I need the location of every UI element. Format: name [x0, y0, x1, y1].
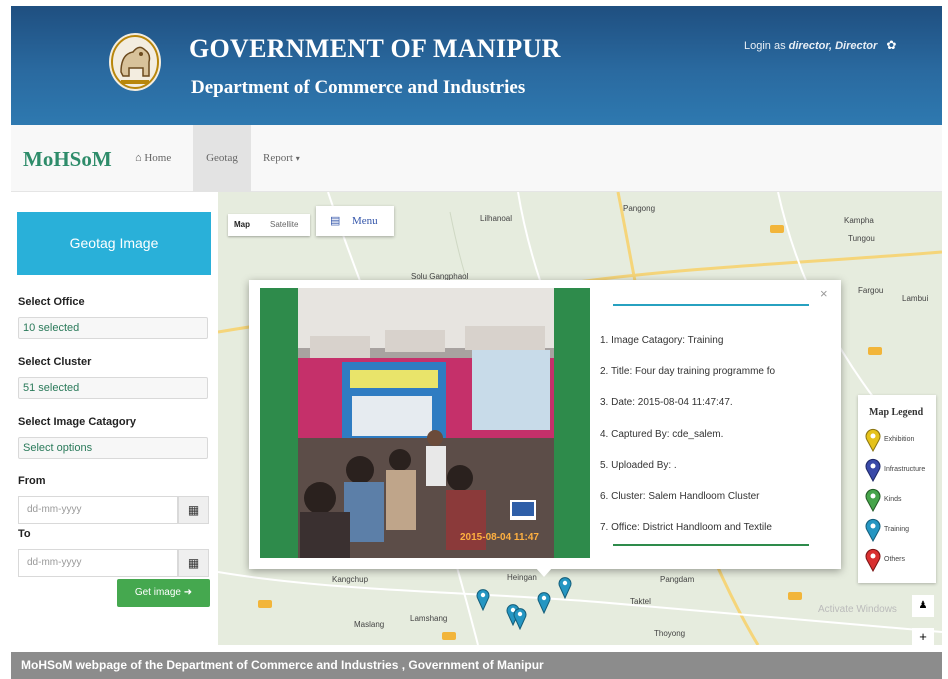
list-icon: ▤: [330, 215, 341, 227]
get-image-label: Get image: [134, 587, 181, 598]
place-label: Pangong: [623, 204, 656, 213]
calendar-icon[interactable]: ▦: [178, 549, 209, 577]
popup-pointer: [535, 567, 553, 577]
map-pin-icon[interactable]: [557, 575, 573, 599]
select-cluster-label: Select Cluster: [18, 356, 92, 368]
legend-title: Map Legend: [869, 407, 924, 418]
info-title: 2. Title: Four day training programme fo: [600, 366, 776, 377]
place-label: Thoyong: [654, 629, 686, 638]
menu-button[interactable]: ▤ Menu: [316, 206, 394, 236]
map-pin-icon[interactable]: [512, 606, 528, 630]
select-office-dropdown[interactable]: 10 selected: [18, 317, 208, 339]
info-date: 3. Date: 2015-08-04 11:47:47.: [600, 397, 733, 408]
place-label: Lilhanoal: [480, 214, 513, 223]
place-label: Fargou: [858, 286, 884, 295]
figure-caption: MoHSoM webpage of the Department of Comm…: [11, 652, 942, 679]
calendar-icon[interactable]: ▦: [178, 496, 209, 524]
from-label: From: [18, 475, 46, 487]
get-image-button[interactable]: Get image ➜: [117, 579, 210, 607]
login-prefix: Login as: [744, 40, 786, 52]
nav-home[interactable]: ⌂ Home: [135, 125, 193, 192]
legend-label: Others: [884, 556, 906, 563]
login-status: Login as director, Director ✿: [744, 38, 896, 52]
info-office: 7. Office: District Handloom and Textile: [600, 522, 772, 533]
to-label: To: [18, 528, 31, 540]
select-category-dropdown[interactable]: Select options: [18, 437, 208, 459]
legend-label: Exhibition: [884, 436, 915, 443]
street-view-pegman-icon[interactable]: ♟: [912, 595, 934, 617]
image-info-popup: 2015-08-04 11:47 × 1. Image Catagory: Tr…: [249, 280, 841, 569]
place-label: Kangchup: [332, 575, 369, 584]
to-date-input[interactable]: dd-mm-yyyy: [18, 549, 178, 577]
training-event-photo: [260, 288, 590, 558]
arrow-right-icon: ➜: [183, 587, 193, 598]
place-label: Lamshang: [410, 614, 448, 623]
geotag-photo[interactable]: 2015-08-04 11:47: [260, 288, 590, 558]
nav-geotag[interactable]: Geotag: [193, 125, 251, 192]
sidebar: Geotag Image Select Office 10 selected S…: [11, 192, 218, 645]
place-label: Tungou: [848, 234, 875, 243]
legend-label: Training: [884, 526, 910, 533]
windows-watermark: Activate Windows: [818, 604, 897, 615]
place-label: Lambui: [902, 294, 929, 303]
home-icon: ⌂: [135, 152, 142, 164]
divider-top: [613, 304, 809, 306]
nav-geotag-label: Geotag: [206, 152, 238, 164]
zoom-in-button[interactable]: +: [912, 628, 934, 645]
map-pin-icon[interactable]: [536, 590, 552, 614]
from-date-input[interactable]: dd-mm-yyyy: [18, 496, 178, 524]
manipur-emblem-logo: [109, 33, 161, 91]
legend-label: Infrastructure: [884, 466, 926, 473]
info-uploaded-by: 5. Uploaded By: .: [600, 460, 677, 471]
select-cluster-dropdown[interactable]: 51 selected: [18, 377, 208, 399]
login-user[interactable]: director, Director: [789, 40, 878, 52]
nav-report-label: Report: [263, 152, 293, 164]
gear-icon[interactable]: ✿: [886, 38, 896, 52]
info-cluster: 6. Cluster: Salem Handloom Cluster: [600, 491, 760, 502]
place-label: Pangdam: [660, 575, 695, 584]
map-pin-icon: [865, 458, 881, 482]
navbar: MoHSoM ⌂ Home Geotag Report ▾: [11, 125, 942, 192]
brand-logo-text[interactable]: MoHSoM: [23, 147, 112, 172]
divider-bottom: [613, 544, 809, 546]
map-pin-icon: [865, 548, 881, 572]
place-label: Heingan: [507, 573, 537, 582]
geotag-image-button[interactable]: Geotag Image: [17, 212, 211, 275]
map-type-map[interactable]: Map: [234, 214, 250, 236]
map-pin-icon: [865, 518, 881, 542]
place-label: Kampha: [844, 216, 874, 225]
select-office-label: Select Office: [18, 296, 85, 308]
place-label: Maslang: [354, 620, 385, 629]
nav-home-label: Home: [144, 152, 172, 164]
select-category-label: Select Image Catagory: [18, 416, 136, 428]
map-pin-icon[interactable]: [475, 587, 491, 611]
legend-label: Kinds: [884, 496, 902, 503]
map-legend: Map Legend Exhibition Infrastructure Kin…: [858, 395, 936, 583]
header-banner: GOVERNMENT OF MANIPUR Department of Comm…: [11, 6, 942, 125]
info-captured-by: 4. Captured By: cde_salem.: [600, 429, 724, 440]
government-title: GOVERNMENT OF MANIPUR: [189, 34, 561, 63]
nav-report-dropdown[interactable]: Report ▾: [263, 125, 323, 192]
place-label: Taktel: [630, 597, 651, 606]
close-icon[interactable]: ×: [820, 286, 828, 301]
caret-down-icon: ▾: [295, 154, 300, 163]
map-pin-icon: [865, 488, 881, 512]
photo-timestamp: 2015-08-04 11:47: [460, 532, 539, 543]
map-pin-icon: [865, 428, 881, 452]
department-title: Department of Commerce and Industries: [191, 77, 526, 98]
info-image-category: 1. Image Catagory: Training: [600, 335, 724, 346]
menu-label: Menu: [352, 215, 378, 227]
map-type-toggle[interactable]: Map Satellite: [228, 214, 310, 236]
map-type-satellite[interactable]: Satellite: [270, 214, 298, 236]
